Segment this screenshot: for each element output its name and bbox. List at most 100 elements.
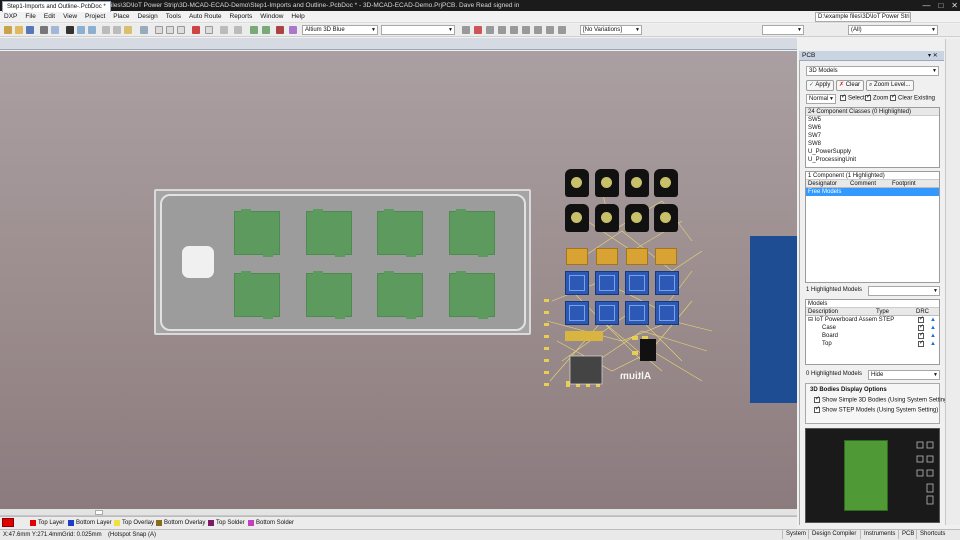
menu-reports[interactable]: Reports (230, 13, 253, 20)
column-designator[interactable]: Designator (808, 180, 837, 188)
copy-icon[interactable] (113, 26, 121, 34)
table-row[interactable]: Free Models (806, 188, 939, 196)
menu-help[interactable]: Help (291, 13, 304, 20)
collapse-icon[interactable]: ⊟ (808, 317, 813, 323)
close-icon[interactable]: ✕ (933, 53, 938, 59)
component-classes-list[interactable]: 24 Component Classes (0 Highlighted) SW5… (805, 107, 940, 168)
list-item[interactable]: SW8 (806, 140, 939, 148)
clear-button[interactable]: ✗ Clear (836, 80, 865, 91)
column-type[interactable]: Type (876, 308, 889, 316)
component-pad[interactable] (449, 271, 495, 319)
highlighted-models-combo[interactable]: ▼ (868, 286, 940, 296)
pcb-canvas[interactable]: Altium (0, 51, 797, 509)
layer-tab-bottom-solder[interactable]: Bottom Solder (247, 518, 294, 528)
relay-component[interactable] (625, 271, 649, 295)
pad-icon[interactable] (486, 26, 494, 34)
tree-row-top[interactable]: Top ▲ (806, 339, 939, 348)
via-icon[interactable] (498, 26, 506, 34)
rubber-stamp-icon[interactable] (140, 26, 148, 34)
status-design-compiler-button[interactable]: Design Compiler (808, 530, 859, 539)
list-item[interactable]: U_ProcessingUnit (806, 156, 939, 164)
variations-combo[interactable]: [No Variations] ▼ (580, 25, 642, 35)
current-layer-swatch[interactable] (2, 518, 14, 527)
fill-icon[interactable] (522, 26, 530, 34)
menu-edit[interactable]: Edit (44, 13, 55, 20)
component-pad[interactable] (234, 271, 280, 319)
layer-tab-bottom-layer[interactable]: Bottom Layer (67, 518, 112, 528)
component-pad[interactable] (377, 271, 423, 319)
relay-component[interactable] (595, 301, 619, 325)
menu-auto-route[interactable]: Auto Route (189, 13, 222, 20)
status-shortcuts-button[interactable]: Shortcuts (916, 530, 948, 539)
relay-component[interactable] (595, 271, 619, 295)
clear-filter-icon[interactable] (234, 26, 242, 34)
battery-holder[interactable] (654, 169, 678, 197)
crossprobe-icon[interactable] (276, 26, 284, 34)
clear-existing-checkbox[interactable]: Clear Existing (890, 93, 935, 102)
enclosure-body[interactable] (750, 236, 797, 403)
open-folder-icon[interactable] (15, 26, 23, 34)
relay-component[interactable] (565, 301, 589, 325)
column-footprint[interactable]: Footprint (892, 180, 916, 188)
move-icon[interactable] (192, 26, 200, 34)
capacitor[interactable] (655, 248, 677, 265)
menu-dxp[interactable]: DXP (4, 13, 17, 20)
new-file-icon[interactable] (4, 26, 12, 34)
menu-project[interactable]: Project (85, 13, 105, 20)
battery-holder[interactable] (565, 204, 589, 232)
arc-icon[interactable] (510, 26, 518, 34)
show-simple-bodies-checkbox[interactable]: Show Simple 3D Bodies (Using System Sett… (806, 393, 949, 404)
list-item[interactable]: SW6 (806, 124, 939, 132)
scrollbar-thumb[interactable] (95, 510, 103, 515)
apply-button[interactable]: ✓ Apply (806, 80, 835, 91)
menu-file[interactable]: File (25, 13, 35, 20)
menu-design[interactable]: Design (138, 13, 158, 20)
3d-view-icon[interactable] (289, 26, 297, 34)
battery-holder[interactable] (595, 169, 619, 197)
layer-tab-top-overlay[interactable]: Top Overlay (113, 518, 154, 528)
align-icon[interactable] (205, 26, 213, 34)
undo-icon[interactable] (250, 26, 258, 34)
capacitor[interactable] (596, 248, 618, 265)
relay-component[interactable] (655, 271, 679, 295)
zoom-selected-icon[interactable] (88, 26, 96, 34)
capacitor[interactable] (626, 248, 648, 265)
column-description[interactable]: Description (808, 308, 838, 316)
status-instruments-button[interactable]: Instruments (860, 530, 898, 539)
panel-mode-combo[interactable]: 3D Models ▼ (806, 66, 939, 76)
close-icon[interactable]: ✕ (951, 1, 958, 10)
zoom-level-button[interactable]: ⌕ Zoom Level... (866, 80, 915, 91)
zoom-fit-icon[interactable] (77, 26, 85, 34)
save-icon[interactable] (26, 26, 34, 34)
hide-mode-combo[interactable]: Hide ▼ (868, 370, 940, 380)
cut-icon[interactable] (102, 26, 110, 34)
battery-holder[interactable] (654, 204, 678, 232)
relay-component[interactable] (565, 271, 589, 295)
status-system-button[interactable]: System (782, 530, 809, 539)
list-item[interactable]: SW7 (806, 132, 939, 140)
select-checkbox[interactable]: Select (840, 93, 865, 102)
drc-checkbox[interactable] (918, 339, 924, 347)
minimize-icon[interactable]: — (922, 1, 930, 10)
print-icon[interactable] (40, 26, 48, 34)
layer-tab-top-solder[interactable]: Top Solder (207, 518, 245, 528)
board-insight-icon[interactable] (66, 26, 74, 34)
select-connect-icon[interactable] (166, 26, 174, 34)
redo-icon[interactable] (262, 26, 270, 34)
component-pad[interactable] (306, 271, 352, 319)
interactive-route-icon[interactable] (474, 26, 482, 34)
models-list[interactable]: Models Description Type DRC ⊟ IoT Powerb… (805, 299, 940, 365)
filter-scope-combo[interactable]: ▼ (762, 25, 804, 35)
maximize-icon[interactable]: □ (938, 1, 943, 10)
pin-icon[interactable]: ▾ (928, 53, 931, 59)
component-pad[interactable] (306, 209, 352, 257)
relay-component[interactable] (625, 301, 649, 325)
select-area-icon[interactable] (155, 26, 163, 34)
menu-tools[interactable]: Tools (166, 13, 181, 20)
list-item[interactable]: SW5 (806, 116, 939, 124)
project-path-field[interactable]: D:\example files\3D\IoT Power Strip (815, 12, 911, 22)
filter-all-combo[interactable]: (All) ▼ (848, 25, 938, 35)
zoom-checkbox[interactable]: Zoom (865, 93, 888, 102)
grid-icon[interactable] (220, 26, 228, 34)
deselect-icon[interactable] (177, 26, 185, 34)
